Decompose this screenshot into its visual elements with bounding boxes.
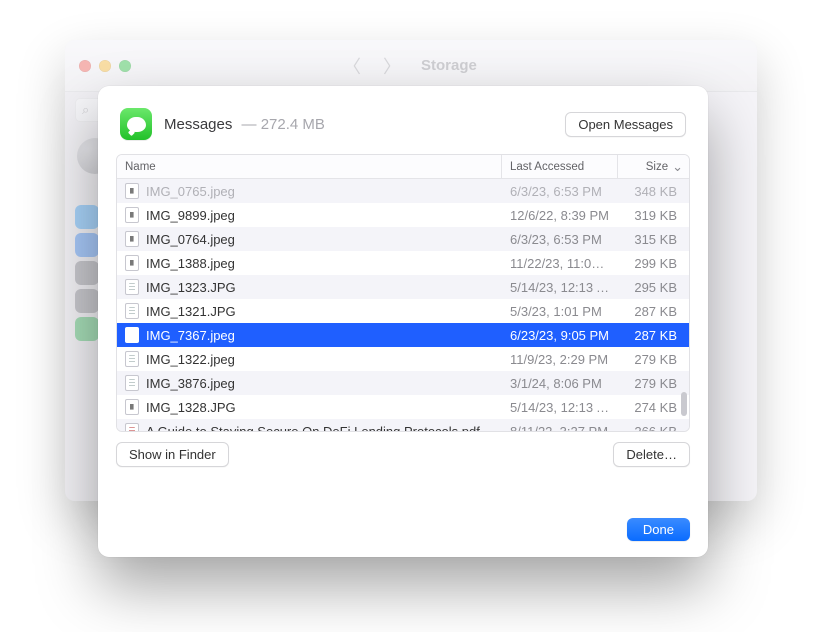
image-file-icon xyxy=(125,207,139,223)
cell-name: IMG_0764.jpeg xyxy=(117,231,502,247)
column-size-label: Size xyxy=(646,161,668,173)
cell-last-accessed: 5/14/23, 12:13 AM xyxy=(502,400,618,415)
scrollbar-thumb[interactable] xyxy=(681,392,687,416)
cell-name: IMG_9899.jpeg xyxy=(117,207,502,223)
image-file-icon xyxy=(125,327,139,343)
cell-name: IMG_7367.jpeg xyxy=(117,327,502,343)
cell-last-accessed: 12/6/22, 8:39 PM xyxy=(502,208,618,223)
image-file-icon xyxy=(125,231,139,247)
open-messages-button[interactable]: Open Messages xyxy=(565,112,686,137)
document-file-icon xyxy=(125,303,139,319)
file-name-label: IMG_7367.jpeg xyxy=(146,328,235,343)
image-file-icon xyxy=(125,183,139,199)
cell-size: 299 KB xyxy=(618,256,689,271)
cell-last-accessed: 5/14/23, 12:13 AM xyxy=(502,280,618,295)
delete-button[interactable]: Delete… xyxy=(613,442,690,467)
done-button[interactable]: Done xyxy=(627,518,690,541)
file-name-label: IMG_1321.JPG xyxy=(146,304,236,319)
column-header-name[interactable]: Name xyxy=(117,155,502,178)
file-name-label: IMG_1388.jpeg xyxy=(146,256,235,271)
column-header-last-accessed[interactable]: Last Accessed xyxy=(502,155,618,178)
table-row[interactable]: IMG_1321.JPG 5/3/23, 1:01 PM287 KB xyxy=(117,299,689,323)
column-header-size[interactable]: Size ⌄ xyxy=(618,159,689,175)
cell-last-accessed: 11/22/23, 11:00 AM xyxy=(502,256,618,271)
table-row[interactable]: IMG_7367.jpeg 6/23/23, 9:05 PM287 KB xyxy=(117,323,689,347)
cell-name: IMG_1388.jpeg xyxy=(117,255,502,271)
cell-last-accessed: 6/23/23, 9:05 PM xyxy=(502,328,618,343)
cell-name: A Guide to Staying Secure On DeFi Lendin… xyxy=(117,423,502,431)
stage: 〈 〉 Storage ⌕ So Av Messages — 272.4 MB … xyxy=(0,0,827,632)
cell-name: IMG_3876.jpeg xyxy=(117,375,502,391)
table-row[interactable]: IMG_1323.JPG 5/14/23, 12:13 AM295 KB xyxy=(117,275,689,299)
table-row[interactable]: IMG_1328.JPG 5/14/23, 12:13 AM274 KB xyxy=(117,395,689,419)
show-in-finder-button[interactable]: Show in Finder xyxy=(116,442,229,467)
file-table: Name Last Accessed Size ⌄ IMG_0765.jpeg 6… xyxy=(116,154,690,432)
cell-last-accessed: 11/9/23, 2:29 PM xyxy=(502,352,618,367)
file-name-label: IMG_3876.jpeg xyxy=(146,376,235,391)
messages-app-icon xyxy=(120,108,152,140)
cell-size: 279 KB xyxy=(618,376,689,391)
document-file-icon xyxy=(125,375,139,391)
messages-storage-modal: Messages — 272.4 MB Open Messages Name L… xyxy=(98,86,708,557)
file-name-label: IMG_9899.jpeg xyxy=(146,208,235,223)
image-file-icon xyxy=(125,399,139,415)
document-file-icon xyxy=(125,351,139,367)
table-row[interactable]: IMG_0764.jpeg 6/3/23, 6:53 PM315 KB xyxy=(117,227,689,251)
table-body: IMG_0765.jpeg6/3/23, 6:53 PM348 KBIMG_98… xyxy=(117,179,689,431)
table-row[interactable]: IMG_0765.jpeg 6/3/23, 6:53 PM348 KB xyxy=(117,179,689,203)
speech-bubble-icon xyxy=(127,117,146,132)
file-name-label: A Guide to Staying Secure On DeFi Lendin… xyxy=(146,424,480,432)
table-header: Name Last Accessed Size ⌄ xyxy=(117,155,689,179)
cell-size: 319 KB xyxy=(618,208,689,223)
modal-footer: Done xyxy=(98,504,708,557)
table-row[interactable]: IMG_1388.jpeg 11/22/23, 11:00 AM299 KB xyxy=(117,251,689,275)
file-name-label: IMG_0764.jpeg xyxy=(146,232,235,247)
cell-last-accessed: 6/3/23, 6:53 PM xyxy=(502,232,618,247)
table-row[interactable]: IMG_1322.jpeg 11/9/23, 2:29 PM279 KB xyxy=(117,347,689,371)
cell-size: 287 KB xyxy=(618,304,689,319)
table-row[interactable]: IMG_3876.jpeg 3/1/24, 8:06 PM279 KB xyxy=(117,371,689,395)
cell-name: IMG_1322.jpeg xyxy=(117,351,502,367)
file-name-label: IMG_0765.jpeg xyxy=(146,184,235,199)
cell-size: 348 KB xyxy=(618,184,689,199)
pdf-file-icon xyxy=(125,423,139,431)
cell-name: IMG_1323.JPG xyxy=(117,279,502,295)
table-row[interactable]: IMG_9899.jpeg 12/6/22, 8:39 PM319 KB xyxy=(117,203,689,227)
cell-size: 315 KB xyxy=(618,232,689,247)
app-size-label: — 272.4 MB xyxy=(237,116,325,133)
modal-header: Messages — 272.4 MB Open Messages xyxy=(98,86,708,154)
file-name-label: IMG_1323.JPG xyxy=(146,280,236,295)
cell-size: 287 KB xyxy=(618,328,689,343)
image-file-icon xyxy=(125,255,139,271)
document-file-icon xyxy=(125,279,139,295)
sort-caret-icon: ⌄ xyxy=(672,159,683,175)
table-row[interactable]: A Guide to Staying Secure On DeFi Lendin… xyxy=(117,419,689,431)
cell-name: IMG_1321.JPG xyxy=(117,303,502,319)
cell-size: 266 KB xyxy=(618,424,689,432)
cell-name: IMG_0765.jpeg xyxy=(117,183,502,199)
cell-last-accessed: 3/1/24, 8:06 PM xyxy=(502,376,618,391)
cell-last-accessed: 8/11/22, 3:27 PM xyxy=(502,424,618,432)
table-rows-scroll[interactable]: IMG_0765.jpeg6/3/23, 6:53 PM348 KBIMG_98… xyxy=(117,179,689,431)
cell-name: IMG_1328.JPG xyxy=(117,399,502,415)
app-name-label: Messages xyxy=(164,116,232,133)
file-name-label: IMG_1328.JPG xyxy=(146,400,236,415)
cell-last-accessed: 5/3/23, 1:01 PM xyxy=(502,304,618,319)
table-actions: Show in Finder Delete… xyxy=(98,432,708,467)
cell-size: 279 KB xyxy=(618,352,689,367)
cell-size: 274 KB xyxy=(618,400,689,415)
cell-size: 295 KB xyxy=(618,280,689,295)
file-name-label: IMG_1322.jpeg xyxy=(146,352,235,367)
cell-last-accessed: 6/3/23, 6:53 PM xyxy=(502,184,618,199)
